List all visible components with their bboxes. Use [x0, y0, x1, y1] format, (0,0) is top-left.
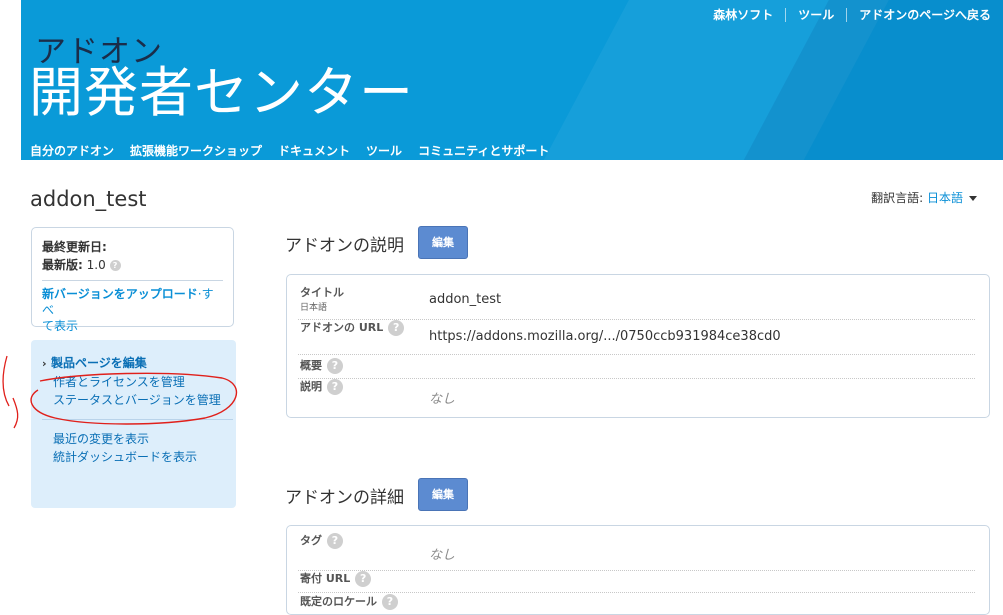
row-key: タグ?	[300, 532, 343, 549]
top-nav: 森林ソフト ツール アドオンのページへ戻る	[701, 0, 1003, 30]
help-icon[interactable]: ?	[382, 594, 398, 610]
addon-url-value[interactable]: https://addons.mozilla.org/.../0750ccb93…	[429, 329, 781, 344]
help-icon[interactable]: ?	[388, 320, 405, 336]
row-summary: 概要?	[298, 354, 975, 379]
row-key: 寄付 URL?	[300, 570, 372, 587]
row-key: 概要?	[300, 357, 343, 374]
tags-value: なし	[429, 548, 456, 563]
help-icon[interactable]: ?	[355, 571, 372, 587]
divider	[42, 280, 223, 281]
main-nav: 自分のアドオン 拡張機能ワークショップ ドキュメント ツール コミュニティとサポ…	[30, 142, 549, 159]
nav-tools[interactable]: ツール	[366, 142, 402, 159]
nav-my-addons[interactable]: 自分のアドオン	[30, 142, 114, 159]
help-icon[interactable]: ?	[327, 358, 343, 374]
details-panel: タグ? なし 寄付 URL? 既定のロケール?	[286, 525, 990, 615]
language-label: 翻訳言語:	[871, 191, 924, 205]
latest-version-value: 1.0	[86, 258, 106, 272]
nav-community-support[interactable]: コミュニティとサポート	[418, 142, 549, 159]
row-key: 説明?	[300, 378, 343, 395]
row-key-locale: 日本語	[300, 303, 328, 313]
latest-version-label: 最新版:	[42, 258, 83, 272]
row-key: アドオンの URL?	[300, 319, 405, 336]
menu-view-stats-dashboard[interactable]: 統計ダッシュボードを表示	[42, 448, 236, 466]
caret-down-icon[interactable]	[969, 196, 977, 201]
top-nav-tools[interactable]: ツール	[785, 8, 846, 22]
edit-details-button[interactable]: 編集	[418, 478, 468, 511]
last-updated-label: 最終更新日:	[42, 240, 107, 254]
upload-new-version-link[interactable]: 新バージョンをアップロード	[42, 287, 198, 301]
top-nav-back-to-addons[interactable]: アドオンのページへ戻る	[846, 8, 1003, 22]
language-value[interactable]: 日本語	[927, 191, 963, 205]
nav-extension-workshop[interactable]: 拡張機能ワークショップ	[130, 142, 262, 159]
row-donation-url: 寄付 URL?	[298, 570, 975, 593]
addon-name: addon_test	[30, 187, 147, 211]
row-description: 説明? なし	[298, 378, 975, 408]
latest-version: 最新版: 1.0 ?	[42, 256, 223, 274]
red-circle-annotation	[2, 355, 238, 429]
row-title: タイトル 日本語 addon_test	[298, 282, 975, 320]
view-all-link-cont[interactable]: て表示	[42, 318, 223, 334]
header-banner: 森林ソフト ツール アドオンのページへ戻る アドオン 開発者センター 自分のアド…	[21, 0, 1003, 160]
nav-documents[interactable]: ドキュメント	[278, 142, 350, 159]
row-addon-url: アドオンの URL? https://addons.mozilla.org/..…	[298, 319, 975, 355]
row-default-locale: 既定のロケール?	[298, 593, 975, 615]
edit-description-button[interactable]: 編集	[418, 226, 468, 259]
row-tags: タグ? なし	[298, 532, 975, 571]
description-value: なし	[429, 392, 456, 407]
translation-language[interactable]: 翻訳言語: 日本語	[871, 189, 977, 206]
version-info-box: 最終更新日: 最新版: 1.0 ? 新バージョンをアップロード·すべ て表示	[31, 227, 234, 333]
description-section-title: アドオンの説明	[285, 236, 404, 256]
help-icon[interactable]: ?	[327, 379, 343, 395]
description-panel: タイトル 日本語 addon_test アドオンの URL? https://ad…	[286, 274, 990, 418]
row-key: 既定のロケール?	[300, 593, 398, 610]
help-icon[interactable]: ?	[327, 533, 343, 549]
site-title[interactable]: 開発者センター	[29, 58, 414, 128]
top-nav-user[interactable]: 森林ソフト	[701, 8, 785, 22]
title-value: addon_test	[429, 292, 502, 307]
details-section-title: アドオンの詳細	[285, 488, 404, 508]
help-icon[interactable]: ?	[109, 260, 121, 271]
row-key: タイトル 日本語	[300, 286, 344, 313]
